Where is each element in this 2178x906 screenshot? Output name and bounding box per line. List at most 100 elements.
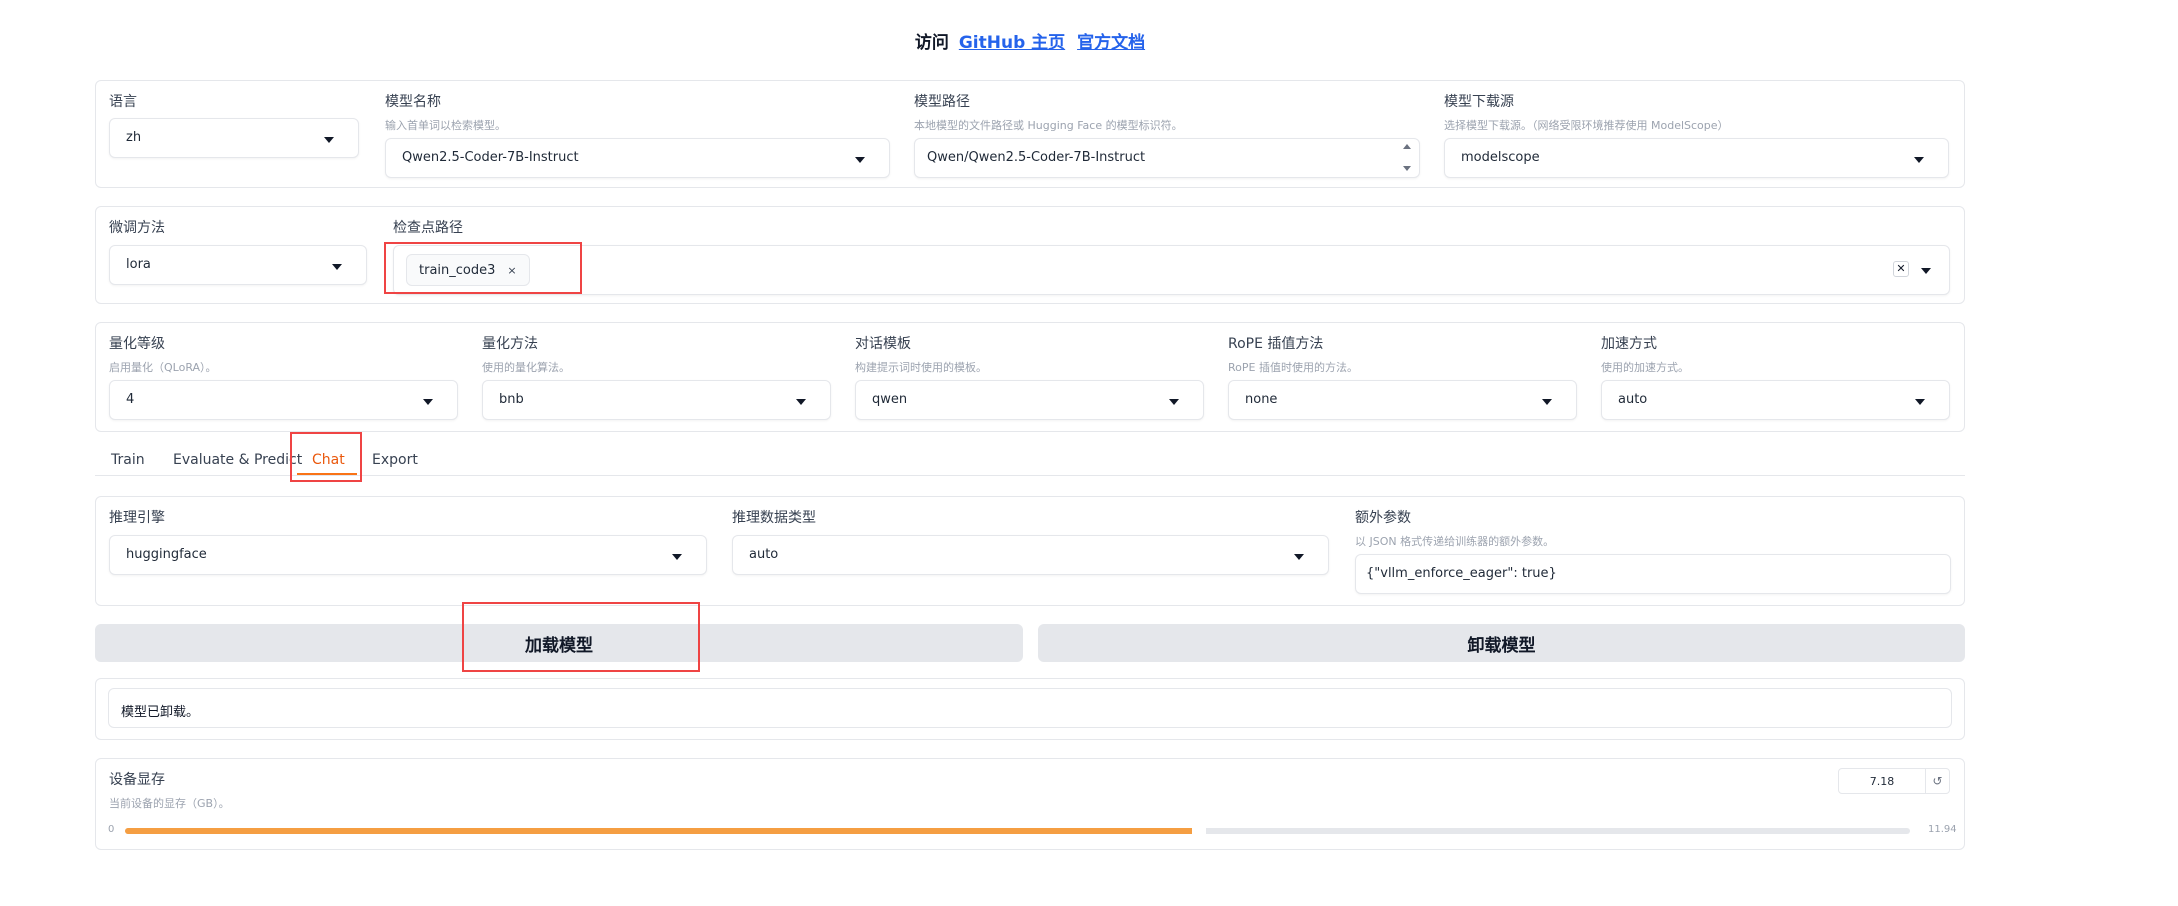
status-text: 模型已卸载。 bbox=[121, 705, 200, 720]
rope-dropdown[interactable]: none bbox=[1228, 380, 1577, 420]
model-path-label: 模型路径 bbox=[914, 94, 970, 110]
finetune-method-value: lora bbox=[126, 257, 151, 272]
model-path-field: 模型路径 本地模型的文件路径或 Hugging Face 的模型标识符。 bbox=[914, 91, 1183, 133]
scroll-down-icon[interactable] bbox=[1403, 166, 1411, 171]
page-header: 访问 GitHub 主页 官方文档 bbox=[0, 28, 2060, 53]
rope-field: RoPE 插值方法 RoPE 插值时使用的方法。 bbox=[1228, 333, 1358, 375]
slider-max: 11.94 bbox=[1928, 824, 1957, 835]
template-info: 构建提示词时使用的模板。 bbox=[855, 361, 987, 374]
quant-method-value: bnb bbox=[499, 392, 524, 407]
reset-icon[interactable]: ↺ bbox=[1925, 769, 1949, 793]
chevron-down-icon bbox=[324, 137, 334, 143]
slider-fill bbox=[125, 828, 1198, 834]
finetune-panel: 微调方法 lora 检查点路径 train_code3 × ✕ bbox=[95, 206, 1965, 304]
template-dropdown[interactable]: qwen bbox=[855, 380, 1204, 420]
infer-backend-dropdown[interactable]: huggingface bbox=[109, 535, 707, 575]
chip-remove-icon[interactable]: × bbox=[507, 264, 516, 277]
quant-method-field: 量化方法 使用的量化算法。 bbox=[482, 333, 570, 375]
template-field: 对话模板 构建提示词时使用的模板。 bbox=[855, 333, 987, 375]
booster-value: auto bbox=[1618, 392, 1648, 407]
scroll-up-icon[interactable] bbox=[1403, 144, 1411, 149]
infer-dtype-field: 推理数据类型 bbox=[732, 507, 816, 527]
chevron-down-icon bbox=[855, 157, 865, 163]
hub-dropdown[interactable]: modelscope bbox=[1444, 138, 1949, 178]
quant-bit-value: 4 bbox=[126, 392, 135, 407]
extra-args-value: {"vllm_enforce_eager": true} bbox=[1366, 566, 1557, 581]
quant-bit-dropdown[interactable]: 4 bbox=[109, 380, 458, 420]
infer-backend-field: 推理引擎 bbox=[109, 507, 165, 527]
chevron-down-icon bbox=[1169, 399, 1179, 405]
chevron-down-icon bbox=[1921, 268, 1931, 274]
checkpoint-chip[interactable]: train_code3 × bbox=[406, 254, 530, 286]
finetune-method-dropdown[interactable]: lora bbox=[109, 245, 367, 285]
active-tab-indicator bbox=[297, 473, 357, 475]
hub-field: 模型下载源 选择模型下载源。（网络受限环境推荐使用 ModelScope） bbox=[1444, 91, 1729, 133]
infer-backend-value: huggingface bbox=[126, 547, 207, 562]
rope-value: none bbox=[1245, 392, 1278, 407]
lang-dropdown[interactable]: zh bbox=[109, 118, 359, 158]
extra-args-info: 以 JSON 格式传递给训练器的额外参数。 bbox=[1355, 535, 1555, 548]
memory-slider[interactable] bbox=[125, 825, 1910, 837]
model-panel: 语言 zh 模型名称 输入首单词以检索模型。 Qwen2.5-Coder-7B-… bbox=[95, 80, 1965, 188]
memory-panel: 设备显存 当前设备的显存（GB）。 bbox=[95, 758, 1965, 850]
finetune-method-label: 微调方法 bbox=[109, 220, 165, 236]
rope-label: RoPE 插值方法 bbox=[1228, 336, 1324, 352]
header-prefix: 访问 bbox=[914, 33, 949, 53]
model-name-dropdown[interactable]: Qwen2.5-Coder-7B-Instruct bbox=[385, 138, 890, 178]
model-name-info: 输入首单词以检索模型。 bbox=[385, 119, 506, 132]
memory-value: 7.18 bbox=[1869, 775, 1895, 788]
booster-field: 加速方式 使用的加速方式。 bbox=[1601, 333, 1689, 375]
rope-info: RoPE 插值时使用的方法。 bbox=[1228, 361, 1358, 374]
github-link[interactable]: GitHub 主页 bbox=[959, 33, 1065, 53]
tab-export[interactable]: Export bbox=[372, 452, 418, 468]
clear-icon[interactable]: ✕ bbox=[1893, 261, 1909, 277]
load-model-button[interactable]: 加载模型 bbox=[95, 624, 1023, 662]
checkpoint-multiselect[interactable]: train_code3 × ✕ bbox=[393, 245, 1950, 295]
infer-dtype-dropdown[interactable]: auto bbox=[732, 535, 1329, 575]
chevron-down-icon bbox=[423, 399, 433, 405]
tab-chat[interactable]: Chat bbox=[312, 452, 345, 468]
hub-value: modelscope bbox=[1461, 150, 1540, 165]
finetune-method-field: 微调方法 bbox=[109, 217, 165, 237]
chevron-down-icon bbox=[1542, 399, 1552, 405]
infer-backend-label: 推理引擎 bbox=[109, 510, 165, 526]
slider-min: 0 bbox=[108, 824, 115, 835]
template-value: qwen bbox=[872, 392, 908, 407]
infer-dtype-label: 推理数据类型 bbox=[732, 510, 816, 526]
lang-label: 语言 bbox=[109, 94, 137, 110]
chevron-down-icon bbox=[332, 264, 342, 270]
infer-dtype-value: auto bbox=[749, 547, 779, 562]
advanced-panel: 量化等级 启用量化（QLoRA）。 4 量化方法 使用的量化算法。 bnb 对话… bbox=[95, 322, 1965, 432]
checkpoint-label: 检查点路径 bbox=[393, 220, 463, 236]
hub-label: 模型下载源 bbox=[1444, 94, 1514, 110]
chevron-down-icon bbox=[1915, 399, 1925, 405]
status-output: 模型已卸载。 bbox=[108, 688, 1952, 728]
docs-link[interactable]: 官方文档 bbox=[1077, 33, 1145, 53]
memory-label: 设备显存 bbox=[109, 772, 165, 788]
chevron-down-icon bbox=[796, 399, 806, 405]
quant-method-dropdown[interactable]: bnb bbox=[482, 380, 831, 420]
tab-evaluate-predict[interactable]: Evaluate & Predict bbox=[173, 452, 302, 468]
template-label: 对话模板 bbox=[855, 336, 911, 352]
checkpoint-chip-label: train_code3 bbox=[419, 262, 496, 278]
memory-info: 当前设备的显存（GB）。 bbox=[109, 797, 230, 810]
quant-bit-field: 量化等级 启用量化（QLoRA）。 bbox=[109, 333, 217, 375]
memory-field: 设备显存 当前设备的显存（GB）。 bbox=[109, 769, 230, 811]
extra-args-input[interactable]: {"vllm_enforce_eager": true} bbox=[1355, 554, 1951, 594]
lang-field: 语言 bbox=[109, 91, 137, 111]
booster-info: 使用的加速方式。 bbox=[1601, 361, 1689, 374]
booster-dropdown[interactable]: auto bbox=[1601, 380, 1950, 420]
slider-handle[interactable] bbox=[1191, 825, 1206, 837]
model-path-input[interactable]: Qwen/Qwen2.5-Coder-7B-Instruct bbox=[914, 138, 1420, 178]
extra-args-label: 额外参数 bbox=[1355, 510, 1411, 526]
extra-args-field: 额外参数 以 JSON 格式传递给训练器的额外参数。 bbox=[1355, 507, 1554, 549]
model-name-value: Qwen2.5-Coder-7B-Instruct bbox=[402, 150, 579, 165]
quant-bit-label: 量化等级 bbox=[109, 336, 165, 352]
unload-model-button[interactable]: 卸载模型 bbox=[1038, 624, 1965, 662]
tab-train[interactable]: Train bbox=[111, 452, 145, 468]
model-name-field: 模型名称 输入首单词以检索模型。 bbox=[385, 91, 506, 133]
quant-method-label: 量化方法 bbox=[482, 336, 538, 352]
memory-number-input[interactable]: 7.18 ↺ bbox=[1838, 768, 1950, 794]
model-path-info: 本地模型的文件路径或 Hugging Face 的模型标识符。 bbox=[914, 119, 1183, 132]
lang-value: zh bbox=[126, 130, 142, 145]
